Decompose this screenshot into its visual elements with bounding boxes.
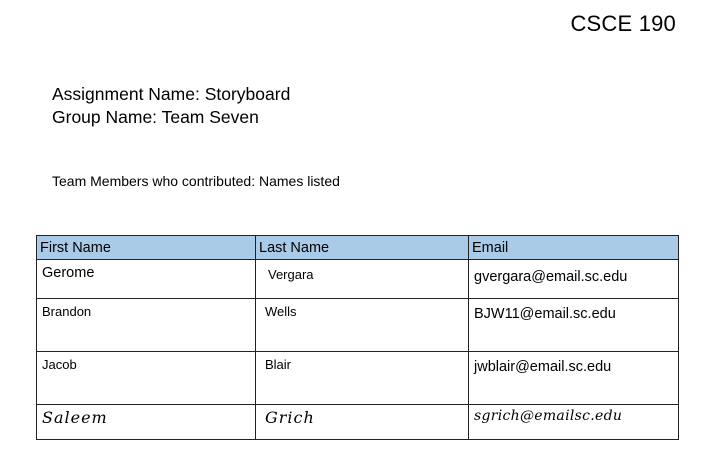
header-last-name: Last Name — [255, 235, 469, 260]
last-name-cell: Blair — [255, 351, 469, 405]
last-name: Vergara — [268, 267, 314, 282]
table-row: Jacob Blair jwblair@email.sc.edu — [36, 351, 679, 405]
first-name: Gerome — [42, 265, 95, 281]
table-row: Gerome Vergara gvergara@email.sc.edu — [36, 259, 679, 299]
first-name-cell: Jacob — [36, 351, 256, 405]
email: gvergara@email.sc.edu — [474, 269, 628, 285]
first-name-cell: Brandon — [36, 298, 256, 352]
last-name-cell: Grich — [255, 404, 469, 440]
email-cell: BJW11@email.sc.edu — [468, 298, 679, 352]
table-row: Saleem Grich sgrich@emailsc.edu — [36, 404, 679, 440]
handwritten-email: sgrich@emailsc.edu — [474, 408, 623, 424]
first-name-cell: Saleem — [36, 404, 256, 440]
last-name: Wells — [265, 304, 297, 319]
contributors-label: Team Members who contributed: Names list… — [52, 173, 340, 189]
handwritten-first-name: Saleem — [42, 408, 108, 427]
table-row: Brandon Wells BJW11@email.sc.edu — [36, 298, 679, 352]
first-name: Jacob — [42, 357, 77, 372]
first-name-cell: Gerome — [36, 259, 256, 299]
last-name: Blair — [265, 357, 292, 372]
email-cell: sgrich@emailsc.edu — [468, 404, 679, 440]
course-title: CSCE 190 — [570, 11, 676, 36]
assignment-name: Assignment Name: Storyboard — [52, 84, 291, 104]
group-name: Group Name: Team Seven — [52, 107, 259, 127]
team-members-table: First Name Last Name Email Gerome Vergar… — [36, 235, 679, 440]
header-email: Email — [468, 235, 679, 260]
last-name-cell: Wells — [255, 298, 469, 352]
email: BJW11@email.sc.edu — [474, 306, 616, 322]
table-header-row: First Name Last Name Email — [36, 235, 679, 260]
handwritten-last-name: Grich — [265, 408, 315, 427]
email-cell: jwblair@email.sc.edu — [468, 351, 679, 405]
header-first-name: First Name — [36, 235, 256, 260]
last-name-cell: Vergara — [255, 259, 469, 299]
email: jwblair@email.sc.edu — [474, 359, 612, 375]
first-name: Brandon — [42, 304, 92, 319]
email-cell: gvergara@email.sc.edu — [468, 259, 679, 299]
